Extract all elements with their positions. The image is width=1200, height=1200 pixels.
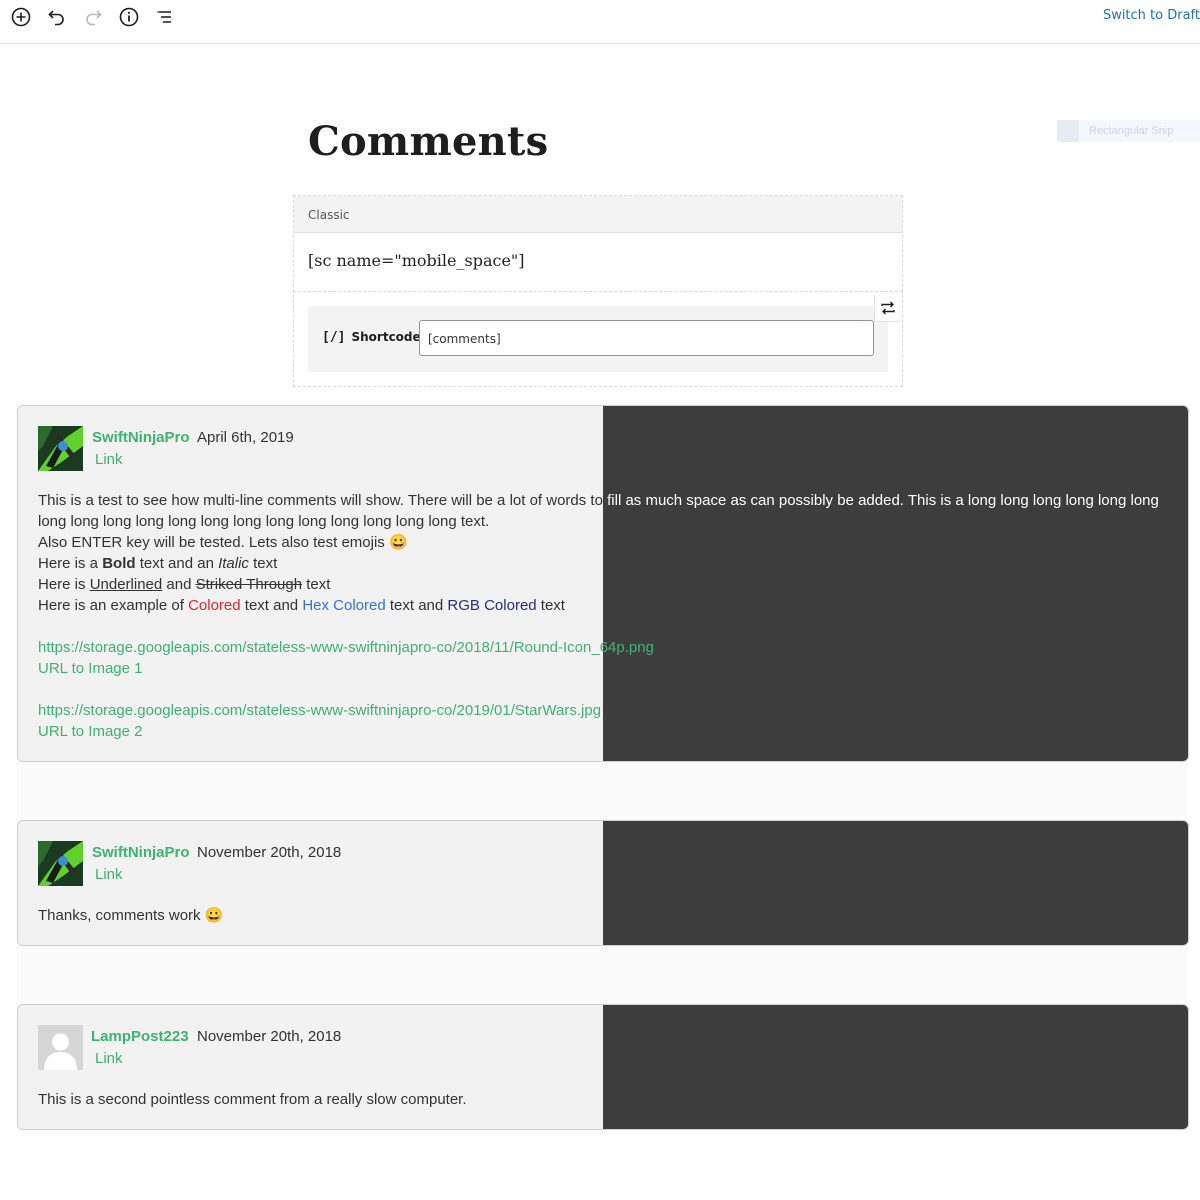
shortcode-input[interactable]: [comments] <box>419 320 874 356</box>
transform-icon[interactable] <box>874 295 901 322</box>
rgb-colored-text: RGB Colored <box>447 597 537 614</box>
italic-text: Italic <box>218 555 249 572</box>
comment-card: SwiftNinjaPro April 6th, 2019 Link This … <box>17 405 1189 762</box>
shortcode-block[interactable]: [/] Shortcode [comments] <box>293 290 903 387</box>
comment-meta: LampPost223 November 20th, 2018 Link <box>38 1025 1168 1070</box>
comment-author[interactable]: SwiftNinjaPro <box>92 842 190 863</box>
comment-author[interactable]: SwiftNinjaPro <box>92 427 190 448</box>
redo-icon[interactable] <box>81 5 105 29</box>
comment-content: SwiftNinjaPro April 6th, 2019 Link This … <box>18 406 1188 742</box>
list-view-icon[interactable] <box>153 5 177 29</box>
comment-link[interactable]: Link <box>95 864 123 885</box>
avatar <box>38 426 83 471</box>
comment-content: SwiftNinjaPro November 20th, 2018 Link T… <box>18 821 1188 926</box>
comment-body: Thanks, comments work 😀 <box>38 907 224 924</box>
comment-body: This is a second pointless comment from … <box>38 1091 467 1108</box>
snip-label: Rectangular Snip <box>1089 125 1174 137</box>
add-block-icon[interactable] <box>9 5 33 29</box>
text-fragment: text <box>302 576 331 593</box>
comment-card: LampPost223 November 20th, 2018 Link Thi… <box>17 1004 1189 1130</box>
switch-to-draft-button[interactable]: Switch to Draft <box>1103 8 1200 23</box>
editor-toolbar: Switch to Draft <box>0 0 1200 44</box>
text-fragment: text and <box>385 597 448 614</box>
comment-line: Also ENTER key will be tested. Lets also… <box>38 534 408 551</box>
text-fragment: text <box>536 597 565 614</box>
comment-meta: SwiftNinjaPro November 20th, 2018 Link <box>38 841 1168 886</box>
comment-link[interactable]: Link <box>95 449 123 470</box>
comment-link[interactable]: Link <box>95 1048 123 1069</box>
image-link-1[interactable]: URL to Image 1 <box>38 658 1168 679</box>
snip-icon <box>1057 120 1079 142</box>
comment-text-a: This is a test to see how multi-line com… <box>38 492 603 509</box>
red-text: Colored <box>188 597 241 614</box>
comment-spacer <box>17 762 1187 820</box>
text-fragment: and <box>162 576 196 593</box>
shortcode-label: [/] Shortcode <box>322 330 421 345</box>
comment-card: SwiftNinjaPro November 20th, 2018 Link T… <box>17 820 1189 946</box>
comment-line: Here is an example of Colored text and H… <box>38 595 1168 616</box>
url-fragment: 64p.png <box>599 639 654 656</box>
snip-overlay: Rectangular Snip <box>1057 120 1200 142</box>
striked-text: Striked Through <box>195 576 303 593</box>
comment-meta: SwiftNinjaPro April 6th, 2019 Link <box>38 426 1168 471</box>
comment-date: November 20th, 2018 <box>197 844 342 861</box>
comment-spacer <box>17 946 1187 1004</box>
text-fragment: text <box>248 555 278 572</box>
comment-line: Here is a Bold text and an Italic text <box>38 553 1168 574</box>
text-fragment: Here is an example of <box>38 597 189 614</box>
shortcode-icon: [/] <box>322 330 346 345</box>
shortcode-label-text: Shortcode <box>351 330 421 344</box>
comment-content: LampPost223 November 20th, 2018 Link Thi… <box>18 1005 1188 1110</box>
image-link-2[interactable]: URL to Image 2 <box>38 721 1168 742</box>
url-fragment: https://storage.googleapis.com/stateless… <box>38 639 600 656</box>
classic-block-content[interactable]: [sc name="mobile_space"] <box>294 233 902 289</box>
hex-colored-text: Hex Colored <box>302 597 386 614</box>
info-icon[interactable] <box>117 5 141 29</box>
image-url-1[interactable]: https://storage.googleapis.com/stateless… <box>38 637 1168 658</box>
comment-text-b: fill as much space as can possibly be ad… <box>602 492 1159 509</box>
classic-block-header: Classic <box>294 196 902 233</box>
text-fragment: Here is <box>38 576 90 593</box>
comment-line: Here is Underlined and Striked Through t… <box>38 574 1168 595</box>
undo-icon[interactable] <box>45 5 69 29</box>
comment-body: This is a test to see how multi-line com… <box>38 490 1168 742</box>
comment-date: November 20th, 2018 <box>197 1028 342 1045</box>
shortcode-panel: [/] Shortcode [comments] <box>308 306 888 372</box>
text-fragment: text and an <box>135 555 219 572</box>
comment-line: This is a test to see how multi-line com… <box>38 490 1168 511</box>
bold-text: Bold <box>102 555 136 572</box>
comment-author[interactable]: LampPost223 <box>91 1026 189 1047</box>
underlined-text: Underlined <box>89 576 163 593</box>
page-title[interactable]: Comments <box>308 118 548 165</box>
avatar <box>38 841 83 886</box>
comment-date: April 6th, 2019 <box>197 429 294 446</box>
image-url-2[interactable]: https://storage.googleapis.com/stateless… <box>38 700 1168 721</box>
text-fragment: Here is a <box>38 555 103 572</box>
classic-block[interactable]: Classic [sc name="mobile_space"] <box>293 195 903 292</box>
text-fragment: text and <box>240 597 303 614</box>
avatar <box>38 1025 83 1070</box>
comment-line: long long long long long long long long … <box>38 513 490 530</box>
